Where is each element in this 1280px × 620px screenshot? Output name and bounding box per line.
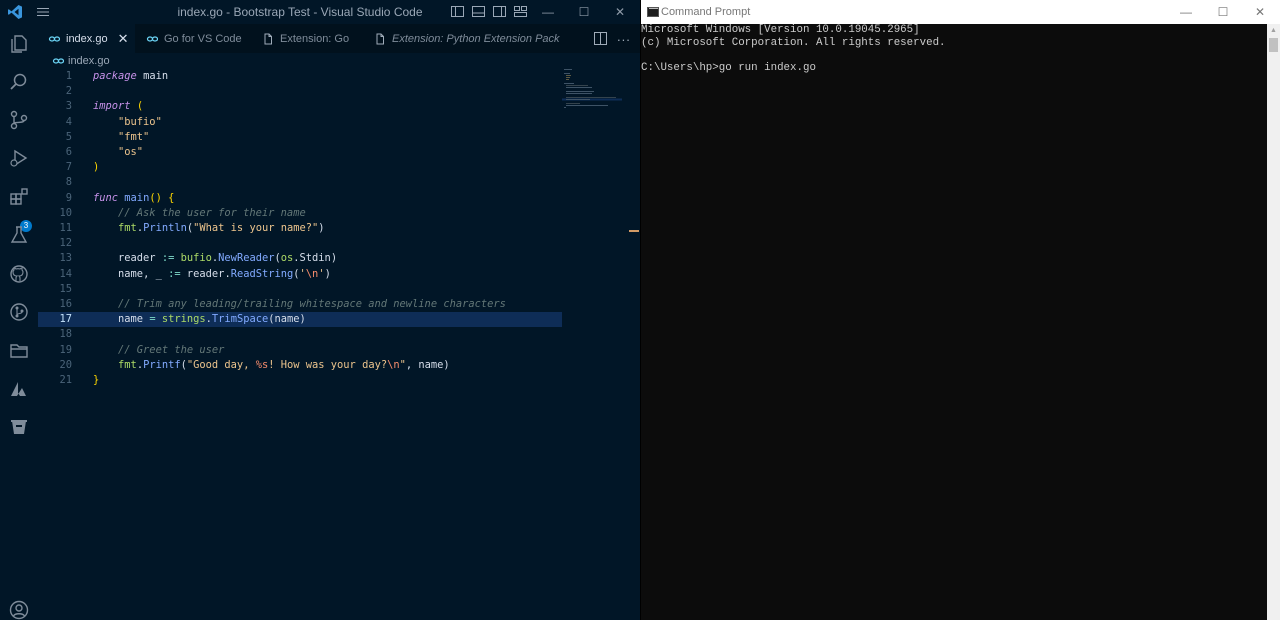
close-tab-icon[interactable]: ✕: [118, 31, 129, 47]
editor-tabs: index.go ✕ Go for VS Code Extension: Go …: [38, 24, 640, 53]
command-prompt-window: Command Prompt — ☐ ✕ Microsoft Windows […: [641, 0, 1280, 620]
toggle-secondary-sidebar-icon[interactable]: [492, 4, 507, 19]
code-editor[interactable]: 1 package main 2 3 import ( 4 "bufio" 5 "f…: [38, 68, 640, 620]
account-icon[interactable]: [8, 599, 30, 620]
close-window-icon[interactable]: ✕: [602, 0, 638, 24]
toggle-sidebar-icon[interactable]: [450, 4, 465, 19]
code-line: 12: [59, 237, 72, 250]
scrollbar-thumb[interactable]: [1269, 38, 1278, 52]
terminal-output[interactable]: Microsoft Windows [Version 10.0.19045.29…: [641, 24, 1265, 620]
scrollbar-cursor-marker: [629, 230, 639, 232]
go-file-icon: [52, 58, 64, 64]
tab-label: Extension: Python Extension Pack: [392, 32, 560, 45]
customize-layout-icon[interactable]: [513, 4, 528, 19]
cmd-window-title: Command Prompt: [661, 6, 751, 18]
line-code: import (: [93, 100, 144, 113]
line-code: func main() {: [93, 191, 175, 204]
tab-label: Extension: Go: [280, 32, 350, 45]
minimize-icon[interactable]: —: [1168, 0, 1204, 24]
code-line: 5 "fmt": [38, 130, 562, 145]
git-graph-icon[interactable]: [8, 301, 30, 323]
code-line: 7): [38, 160, 562, 175]
explorer-icon[interactable]: [8, 33, 30, 55]
go-file-icon: [146, 35, 158, 42]
vscode-window: index.go - Bootstrap Test - Visual Studi…: [0, 0, 640, 620]
project-manager-icon[interactable]: [8, 339, 30, 361]
code-line: 18: [59, 328, 72, 341]
code-line: 9 func main() {: [38, 191, 562, 206]
maximize-icon[interactable]: ☐: [1205, 0, 1241, 24]
current-code-line: 17 name = strings.TrimSpace(name): [38, 312, 562, 328]
line-code: reader := bufio.NewReader(os.Stdin): [118, 252, 338, 265]
line-code: ): [93, 161, 100, 174]
line-code: // Trim any leading/trailing whitespace …: [118, 298, 506, 310]
search-icon[interactable]: [8, 71, 30, 93]
code-line: 10 // Ask the user for their name: [38, 206, 562, 221]
extensions-icon[interactable]: [8, 186, 30, 208]
testing-flask-icon[interactable]: [8, 224, 30, 246]
line-code: // Greet the user: [118, 343, 225, 356]
line-code: "bufio": [118, 115, 162, 128]
scroll-up-arrow-icon[interactable]: ▲: [1267, 24, 1280, 37]
activity-bar: 3: [0, 24, 38, 620]
tab-extension-python-pack[interactable]: Extension: Python Extension Pack: [360, 24, 560, 53]
tab-extension-go[interactable]: Extension: Go: [248, 24, 360, 53]
tab-index-go[interactable]: index.go ✕: [38, 24, 135, 53]
line-code: }: [93, 374, 100, 386]
bucket-icon[interactable]: [8, 416, 30, 438]
code-line: 4 "bufio": [38, 115, 562, 130]
source-control-icon[interactable]: [8, 109, 30, 131]
line-code: name = strings.TrimSpace(name): [118, 313, 306, 326]
maximize-icon[interactable]: ☐: [566, 0, 602, 24]
line-code: "fmt": [118, 130, 150, 143]
tab-go-for-vscode[interactable]: Go for VS Code: [135, 24, 248, 53]
tab-label: index.go: [66, 32, 108, 45]
minimize-icon[interactable]: —: [530, 0, 566, 24]
vscode-titlebar: index.go - Bootstrap Test - Visual Studi…: [0, 0, 640, 24]
go-file-icon: [48, 35, 60, 42]
code-line: 16 // Trim any leading/trailing whitespa…: [38, 297, 562, 312]
cmd-app-icon: [647, 7, 659, 17]
run-debug-icon[interactable]: [8, 147, 30, 169]
vertical-scrollbar[interactable]: ▲: [1267, 24, 1280, 620]
terminal-line: (c) Microsoft Corporation. All rights re…: [641, 37, 946, 49]
code-line: 1 package main: [38, 69, 562, 84]
cmd-titlebar: Command Prompt — ☐ ✕: [641, 0, 1280, 24]
line-code: name, _ := reader.ReadString('\n'): [118, 267, 331, 280]
more-actions-icon[interactable]: ...: [617, 29, 631, 44]
breadcrumb-file[interactable]: index.go: [68, 55, 110, 67]
toggle-panel-icon[interactable]: [471, 4, 486, 19]
code-line: 3 import (: [38, 99, 562, 114]
line-code: "os": [118, 146, 144, 158]
code-line: 15: [59, 282, 72, 295]
line-code: package main: [93, 70, 169, 82]
github-icon[interactable]: [8, 263, 30, 285]
code-line: 19 // Greet the user: [38, 343, 562, 358]
terminal-line: Microsoft Windows [Version 10.0.19045.29…: [641, 24, 920, 36]
minimap[interactable]: [562, 68, 622, 108]
file-icon: [376, 33, 384, 44]
breadcrumb[interactable]: index.go: [52, 54, 110, 68]
code-line: 21}: [38, 373, 562, 388]
azure-icon[interactable]: [8, 378, 30, 400]
terminal-prompt-line: C:\Users\hp>go run index.go: [641, 62, 816, 74]
code-line: 11 fmt.Println("What is your name?"): [38, 221, 562, 236]
line-code: // Ask the user for their name: [118, 206, 306, 219]
close-window-icon[interactable]: ✕: [1242, 0, 1278, 24]
file-icon: [264, 33, 272, 44]
code-line: 20 fmt.Printf("Good day, %s! How was you…: [38, 358, 562, 373]
line-code: fmt.Printf("Good day, %s! How was your d…: [118, 358, 450, 371]
split-editor-icon[interactable]: [594, 32, 607, 45]
code-line: 2: [65, 85, 72, 98]
tab-label: Go for VS Code: [164, 32, 242, 45]
code-line: 14 name, _ := reader.ReadString('\n'): [38, 267, 562, 282]
code-line: 6 "os": [38, 145, 562, 160]
code-line: 13 reader := bufio.NewReader(os.Stdin): [38, 251, 562, 266]
code-line: 8: [65, 176, 72, 189]
line-code: fmt.Println("What is your name?"): [118, 222, 325, 234]
